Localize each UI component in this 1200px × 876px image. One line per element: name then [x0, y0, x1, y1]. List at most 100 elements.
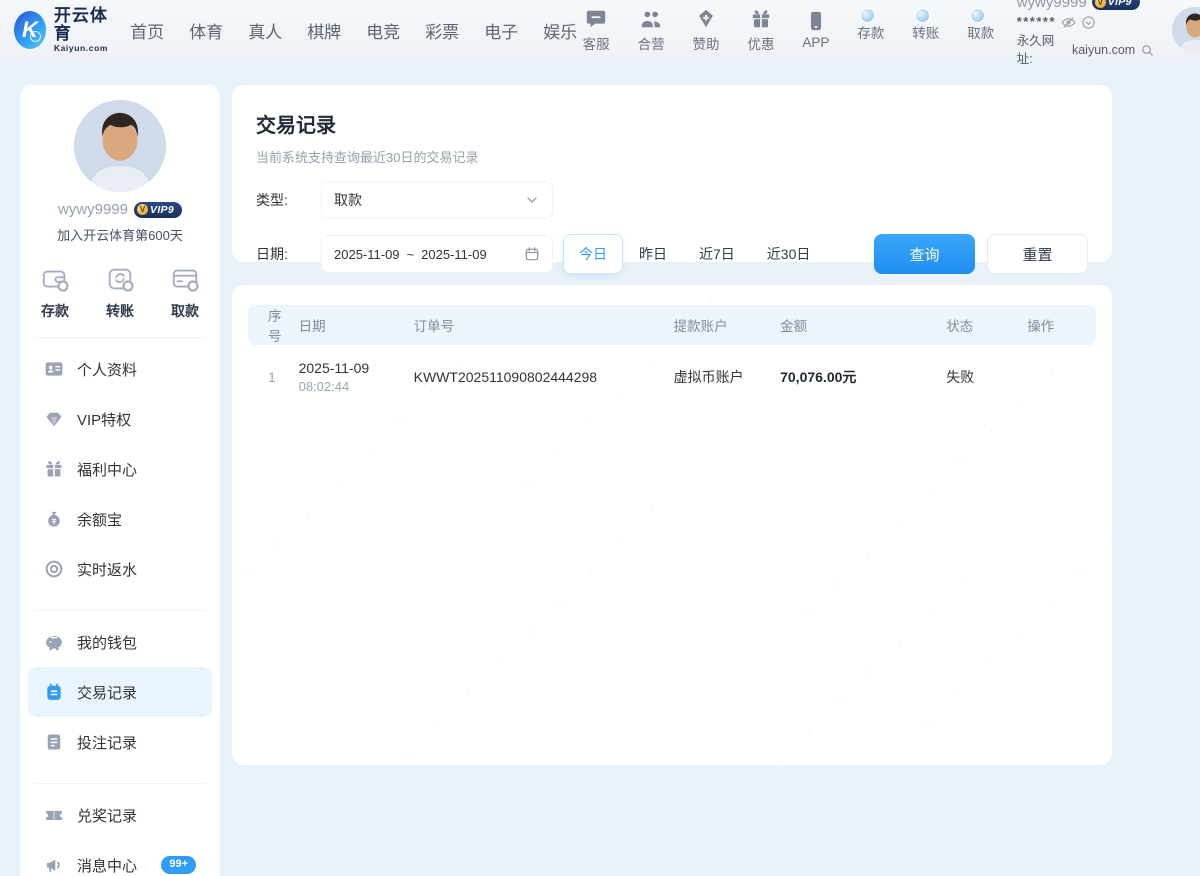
sidebar-menu: 个人资料 VIP特权 福利中心 余额宝 实时返水 [20, 344, 220, 876]
main-nav: 首页 体育 真人 棋牌 电竞 彩票 电子 娱乐 [130, 18, 577, 43]
wallet-outline-icon [40, 264, 70, 294]
date-start-value: 2025-11-09 [334, 247, 400, 262]
transfer-button[interactable]: 转账 [907, 19, 945, 42]
avatar[interactable] [1172, 7, 1200, 53]
support-button[interactable]: 客服 [577, 8, 615, 53]
sidebar-item-profile[interactable]: 个人资料 [20, 344, 220, 394]
app-button[interactable]: APP [797, 10, 835, 50]
deposit-button[interactable]: 存款 [852, 19, 890, 42]
sidebar-item-welfare[interactable]: 福利中心 [20, 444, 220, 494]
nav-item-esports[interactable]: 电竞 [366, 18, 400, 43]
cell-date: 2025-11-09 08:02:44 [291, 345, 406, 409]
range-today-button[interactable]: 今日 [563, 234, 623, 274]
sidebar-item-label: 消息中心 [77, 855, 137, 876]
col-order-no: 订单号 [406, 305, 666, 345]
transactions-table-card: 序号 日期 订单号 提款账户 金额 状态 操作 1 2025-11-09 08:… [232, 285, 1112, 765]
partners-icon [640, 8, 662, 30]
app-label: APP [802, 35, 829, 50]
transfer-label: 转账 [912, 22, 939, 42]
kaiyun-logo-icon: K [14, 11, 46, 49]
col-seq: 序号 [248, 305, 291, 345]
sidebar-item-label: 实时返水 [77, 559, 137, 580]
sidebar-item-wallet[interactable]: 我的钱包 [20, 617, 220, 667]
sidebar-item-rebate[interactable]: 实时返水 [20, 544, 220, 594]
sidebar-item-vip[interactable]: VIP特权 [20, 394, 220, 444]
support-label: 客服 [583, 33, 610, 53]
cell-seq: 1 [248, 345, 291, 409]
page-subtitle: 当前系统支持查询最近30日的交易记录 [256, 147, 1088, 166]
promo-label: 优惠 [747, 33, 774, 53]
query-button[interactable]: 查询 [874, 234, 975, 274]
brand-name: 开云体育 [54, 7, 114, 43]
partner-button[interactable]: 合营 [632, 8, 670, 53]
reset-button[interactable]: 重置 [987, 234, 1088, 274]
chevron-down-icon [524, 192, 540, 208]
sidebar-item-label: 投注记录 [77, 732, 137, 753]
col-amount: 金额 [772, 305, 938, 345]
vip-badge[interactable]: V VIP9 [1092, 0, 1140, 10]
sidebar-item-yuebao[interactable]: 余额宝 [20, 494, 220, 544]
table-row: 1 2025-11-09 08:02:44 KWWT20251109080244… [248, 345, 1096, 409]
nav-item-live[interactable]: 真人 [248, 18, 282, 43]
range-yesterday-button[interactable]: 昨日 [623, 234, 683, 274]
cell-order-no: KWWT202511090802444298 [406, 345, 666, 409]
date-filter-label: 日期: [256, 244, 300, 264]
nav-item-lottery[interactable]: 彩票 [425, 18, 459, 43]
sidebar-item-prizes[interactable]: 兑奖记录 [20, 790, 220, 840]
calendar-icon [524, 246, 540, 262]
sidebar-vip-label: VIP9 [150, 204, 174, 216]
quick-withdraw-button[interactable]: 取款 [170, 264, 200, 321]
sidebar-avatar[interactable] [74, 100, 166, 192]
promo-button[interactable]: 优惠 [742, 8, 780, 53]
withdraw-label: 取款 [967, 22, 994, 42]
col-action: 操作 [1019, 305, 1096, 345]
sponsor-button[interactable]: 赞助 [687, 8, 725, 53]
quick-transfer-label: 转账 [106, 301, 134, 321]
date-range-input[interactable]: 2025-11-09 ~ 2025-11-09 [321, 235, 553, 273]
withdraw-button[interactable]: 取款 [962, 19, 1000, 42]
eye-off-icon[interactable] [1061, 15, 1076, 30]
brand-logo[interactable]: K 开云体育 Kaiyun.com [14, 7, 114, 54]
quick-deposit-label: 存款 [41, 301, 69, 321]
masked-balance: ****** [1017, 13, 1056, 32]
nav-item-slots[interactable]: 电子 [484, 18, 518, 43]
site-url-label: 永久网址: [1017, 32, 1070, 68]
sidebar-item-label: 余额宝 [77, 509, 122, 530]
transactions-table: 序号 日期 订单号 提款账户 金额 状态 操作 1 2025-11-09 08:… [248, 305, 1096, 409]
sidebar-item-transactions[interactable]: 交易记录 [28, 667, 212, 717]
brand-domain: Kaiyun.com [54, 44, 114, 53]
sidebar-item-label: 福利中心 [77, 459, 137, 480]
quick-transfer-button[interactable]: 转账 [105, 264, 135, 321]
quick-deposit-button[interactable]: 存款 [40, 264, 70, 321]
sidebar-item-messages[interactable]: 消息中心 99+ [20, 840, 220, 876]
nav-item-chess[interactable]: 棋牌 [307, 18, 341, 43]
target-icon [44, 559, 64, 579]
gem-icon [44, 409, 64, 429]
range-30days-button[interactable]: 近30日 [751, 234, 827, 274]
type-select-value: 取款 [334, 190, 362, 210]
sponsor-label: 赞助 [693, 33, 720, 53]
date-separator: ~ [407, 247, 415, 262]
sidebar-quick-actions: 存款 转账 取款 [20, 264, 220, 321]
nav-item-sports[interactable]: 体育 [189, 18, 223, 43]
document-icon [44, 732, 64, 752]
site-url-value[interactable]: kaiyun.com [1072, 41, 1135, 59]
id-card-icon [44, 359, 64, 379]
cell-amount: 70,076.00元 [772, 345, 938, 409]
gift-icon [44, 459, 64, 479]
sidebar-username: wywy9999 [58, 201, 128, 218]
megaphone-icon [44, 855, 64, 875]
sidebar-vip-badge[interactable]: V VIP9 [134, 202, 182, 218]
ticket-icon [44, 805, 64, 825]
sidebar-item-bets[interactable]: 投注记录 [20, 717, 220, 767]
unread-count-badge: 99+ [161, 856, 196, 873]
type-select[interactable]: 取款 [321, 181, 553, 219]
range-7days-button[interactable]: 近7日 [683, 234, 751, 274]
search-icon[interactable] [1140, 43, 1155, 58]
sidebar: wywy9999 V VIP9 加入开云体育第600天 存款 转账 取款 [20, 85, 220, 876]
refresh-circle-icon[interactable] [1081, 15, 1096, 30]
nav-item-home[interactable]: 首页 [130, 18, 164, 43]
topbar: K 开云体育 Kaiyun.com 首页 体育 真人 棋牌 电竞 彩票 电子 娱… [0, 0, 1200, 60]
username: wywy9999 [1017, 0, 1087, 13]
nav-item-entertainment[interactable]: 娱乐 [543, 18, 577, 43]
